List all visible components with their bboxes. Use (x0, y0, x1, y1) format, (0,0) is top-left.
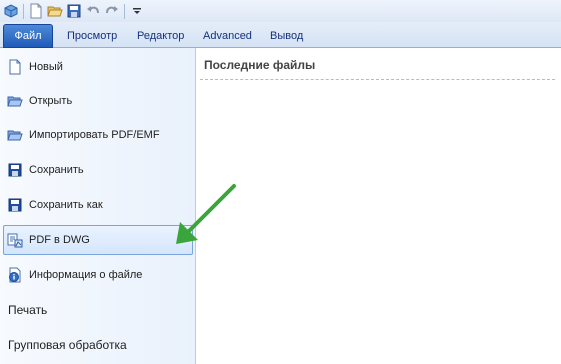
menu-item-label: PDF в DWG (29, 234, 90, 246)
file-menu-sidebar: Новый Открыть Импортировать PDF/EMF Сохр… (0, 48, 196, 364)
undo-icon[interactable] (85, 3, 101, 19)
save-as-icon (6, 196, 24, 214)
toolbar-separator (124, 3, 125, 19)
menu-item-label: Печать (8, 303, 48, 317)
menu-item-file-info[interactable]: Информация о файле (3, 260, 193, 290)
menu-item-save[interactable]: Сохранить (3, 155, 193, 185)
toolbar-separator (23, 3, 24, 19)
open-folder-icon[interactable] (47, 3, 63, 19)
menu-item-batch-processing[interactable]: Групповая обработка (3, 330, 193, 360)
tab-advanced[interactable]: Advanced (203, 27, 252, 47)
quick-access-toolbar (0, 0, 561, 22)
recent-files-title: Последние файлы (204, 58, 316, 72)
menu-item-label: Информация о файле (29, 269, 143, 281)
info-icon (6, 266, 24, 284)
tab-file[interactable]: Файл (3, 24, 53, 48)
open-folder-icon (6, 92, 24, 110)
ribbon-tab-bar: Файл Просмотр Редактор Advanced Вывод (0, 22, 561, 48)
recent-files-panel: Последние файлы (197, 48, 561, 364)
new-doc-icon (6, 58, 24, 76)
menu-item-print[interactable]: Печать (3, 295, 193, 325)
pdf-to-dwg-icon (6, 231, 24, 249)
menu-item-new[interactable]: Новый (3, 52, 193, 82)
new-doc-icon[interactable] (28, 3, 44, 19)
menu-item-label: Импортировать PDF/EMF (29, 129, 160, 141)
menu-item-label: Сохранить (29, 164, 84, 176)
tab-output[interactable]: Вывод (270, 27, 303, 47)
tab-view[interactable]: Просмотр (67, 27, 117, 47)
customize-dropdown-icon[interactable] (129, 3, 145, 19)
menu-item-label: Открыть (29, 95, 73, 107)
menu-item-label: Сохранить как (29, 199, 103, 211)
redo-icon[interactable] (104, 3, 120, 19)
menu-item-pdf-to-dwg[interactable]: PDF в DWG (3, 225, 193, 255)
tab-editor[interactable]: Редактор (137, 27, 184, 47)
green-arrow-icon (170, 178, 240, 251)
menu-item-import-pdf[interactable]: Импортировать PDF/EMF (3, 120, 193, 150)
title-divider (200, 79, 555, 80)
save-icon[interactable] (66, 3, 82, 19)
menu-item-open[interactable]: Открыть (3, 86, 193, 116)
import-pdf-icon (6, 126, 24, 144)
menu-item-label: Групповая обработка (8, 338, 127, 352)
app-icon[interactable] (3, 3, 19, 19)
save-icon (6, 161, 24, 179)
menu-item-save-as[interactable]: Сохранить как (3, 190, 193, 220)
menu-item-label: Новый (29, 61, 63, 73)
